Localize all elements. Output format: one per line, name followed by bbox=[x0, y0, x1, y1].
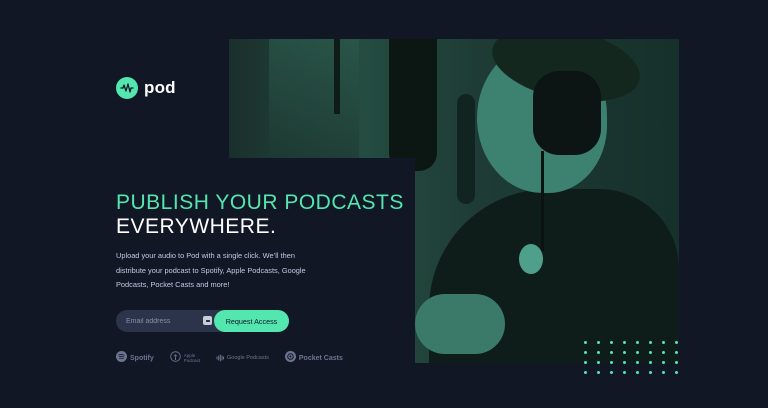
dot bbox=[662, 351, 665, 354]
google-podcasts-label: Google Podcasts bbox=[227, 355, 269, 361]
brand-name: pod bbox=[144, 78, 176, 97]
dot bbox=[675, 371, 678, 374]
dot bbox=[675, 341, 678, 344]
pop-filter bbox=[457, 94, 475, 204]
dot bbox=[610, 351, 613, 354]
shirt-badge bbox=[519, 244, 543, 274]
spotify-icon bbox=[116, 349, 127, 367]
dot bbox=[623, 341, 626, 344]
dot bbox=[662, 341, 665, 344]
apple-podcasts-label: Apple Podcast bbox=[184, 353, 200, 363]
google-podcasts-icon bbox=[216, 349, 224, 367]
microphone bbox=[389, 39, 437, 171]
spotify-label: Spotify bbox=[130, 354, 154, 362]
person-hand bbox=[415, 294, 505, 354]
brand-logo[interactable]: pod bbox=[116, 77, 176, 99]
dot bbox=[584, 351, 587, 354]
dot bbox=[623, 361, 626, 364]
dot bbox=[636, 351, 639, 354]
dot bbox=[675, 351, 678, 354]
dot bbox=[649, 351, 652, 354]
dot bbox=[662, 371, 665, 374]
apple-podcasts-icon bbox=[169, 349, 181, 367]
request-access-form: Request Access bbox=[116, 310, 289, 332]
platform-logos: Spotify Apple Podcast Google Podcasts Po… bbox=[116, 349, 343, 367]
dot bbox=[636, 341, 639, 344]
page-title: PUBLISH YOUR PODCASTS EVERYWHERE. bbox=[116, 191, 404, 239]
autofill-key-icon[interactable] bbox=[203, 316, 212, 325]
dot bbox=[662, 361, 665, 364]
dot bbox=[584, 361, 587, 364]
request-access-button[interactable]: Request Access bbox=[214, 310, 289, 332]
hero-description: Upload your audio to Pod with a single c… bbox=[116, 251, 306, 289]
decorative-dot-grid bbox=[584, 341, 681, 374]
dot bbox=[597, 371, 600, 374]
dot bbox=[610, 341, 613, 344]
dot bbox=[584, 371, 587, 374]
mic-stand bbox=[334, 39, 340, 114]
dot bbox=[610, 371, 613, 374]
dot bbox=[636, 371, 639, 374]
dot bbox=[623, 351, 626, 354]
dot bbox=[675, 361, 678, 364]
dot bbox=[649, 371, 652, 374]
platform-apple-podcasts: Apple Podcast bbox=[169, 349, 200, 367]
headline-white: EVERYWHERE. bbox=[116, 215, 277, 238]
dot bbox=[610, 361, 613, 364]
apple-label-line2: Podcast bbox=[183, 358, 200, 363]
headline-accent: PUBLISH YOUR PODCASTS bbox=[116, 191, 404, 214]
headphones bbox=[533, 71, 601, 155]
platform-spotify: Spotify bbox=[116, 349, 154, 367]
waveform-logo-icon bbox=[116, 77, 138, 99]
dot bbox=[649, 341, 652, 344]
dot bbox=[597, 341, 600, 344]
dot bbox=[623, 371, 626, 374]
dot bbox=[649, 361, 652, 364]
pocket-casts-label: Pocket Casts bbox=[298, 354, 343, 362]
platform-google-podcasts: Google Podcasts bbox=[216, 349, 269, 367]
dot bbox=[584, 341, 587, 344]
dot bbox=[597, 351, 600, 354]
dot bbox=[636, 361, 639, 364]
dot bbox=[597, 361, 600, 364]
platform-pocket-casts: Pocket Casts bbox=[284, 349, 343, 367]
headphone-cable bbox=[541, 151, 544, 251]
pocket-casts-icon bbox=[284, 349, 296, 367]
